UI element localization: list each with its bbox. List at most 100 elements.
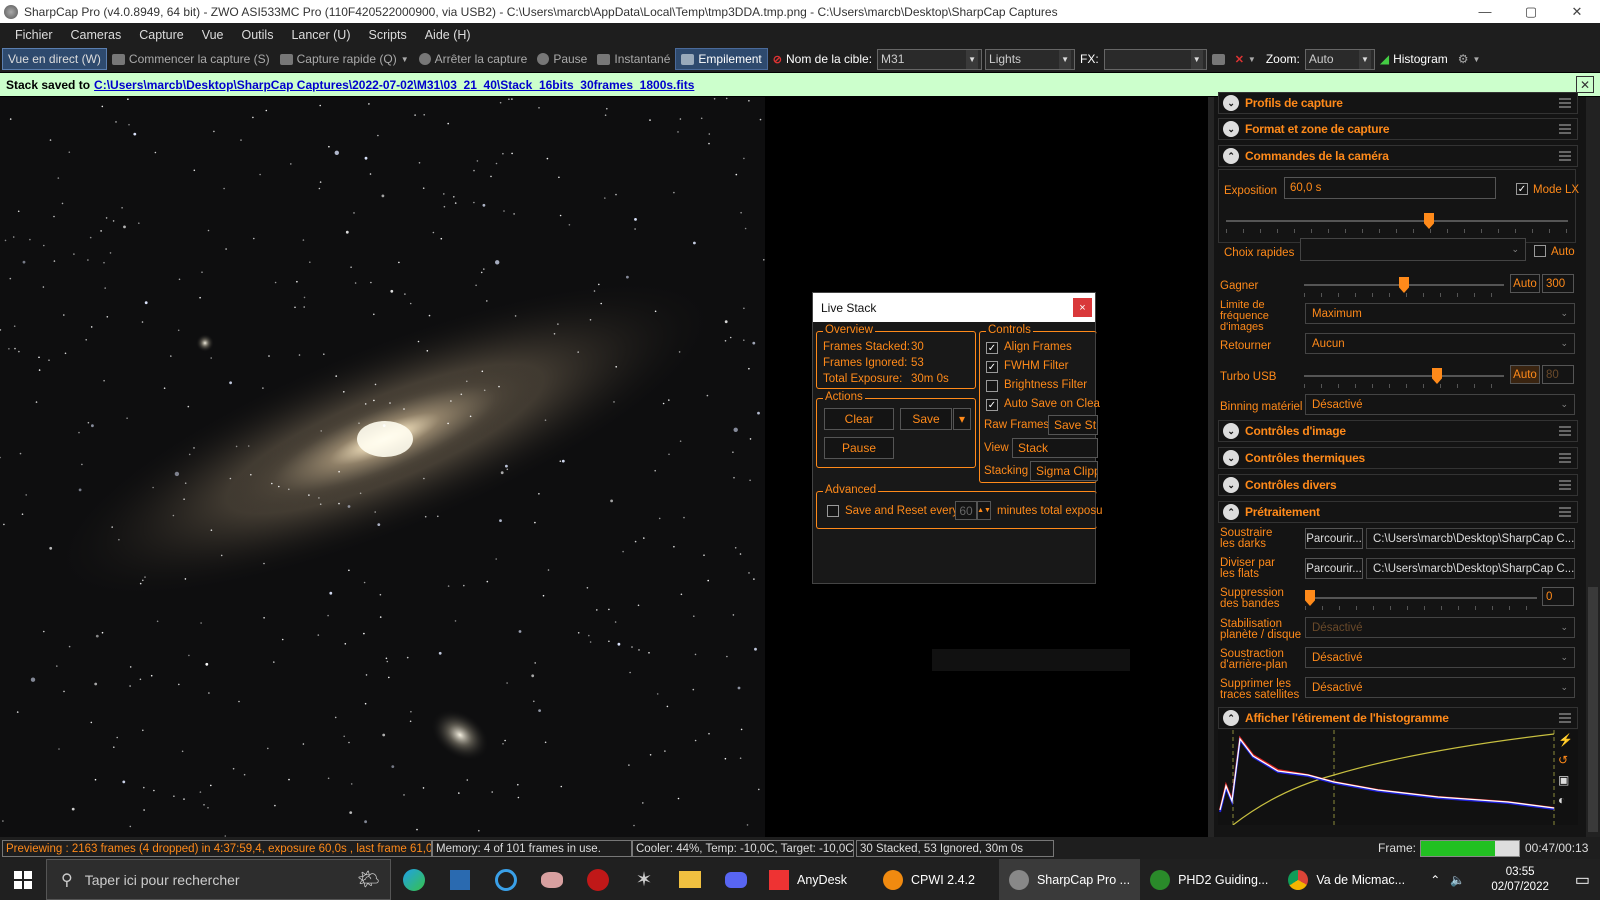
- flip-select[interactable]: Aucun ⌄: [1305, 333, 1575, 354]
- menu-icon[interactable]: [1559, 426, 1571, 436]
- minimize-button[interactable]: —: [1462, 0, 1508, 23]
- exposure-slider[interactable]: [1226, 213, 1568, 233]
- save-reset-minutes[interactable]: 60: [955, 501, 977, 520]
- stabilization-select[interactable]: Désactivé ⌄: [1305, 617, 1575, 638]
- usb-turbo-slider[interactable]: [1304, 368, 1504, 388]
- raw-frames-select[interactable]: Save St: [1048, 415, 1098, 435]
- menu-icon[interactable]: [1559, 480, 1571, 490]
- settings-button[interactable]: ⚙ ▼: [1453, 48, 1486, 70]
- usb-turbo-auto-button[interactable]: Auto: [1510, 365, 1540, 384]
- menu-capture[interactable]: Capture: [130, 28, 192, 42]
- discord-icon[interactable]: [713, 859, 759, 900]
- stacking-button[interactable]: Empilement: [675, 48, 768, 70]
- save-icon[interactable]: ▣: [1558, 773, 1574, 787]
- menu-outils[interactable]: Outils: [233, 28, 283, 42]
- save-button[interactable]: Save: [900, 408, 952, 430]
- section-histogram-stretch[interactable]: ⌃ Afficher l'étirement de l'histogramme: [1218, 707, 1578, 729]
- exposure-input[interactable]: 60,0 s: [1284, 177, 1496, 199]
- pause-button[interactable]: Pause: [532, 48, 592, 70]
- section-format[interactable]: ⌄ Format et zone de capture: [1218, 118, 1578, 140]
- usb-turbo-value[interactable]: 80: [1542, 365, 1574, 384]
- gain-auto-button[interactable]: Auto: [1510, 274, 1540, 293]
- app-icon-red[interactable]: [575, 859, 621, 900]
- darks-browse-button[interactable]: Parcourir...: [1305, 528, 1363, 549]
- menu-cameras[interactable]: Cameras: [62, 28, 131, 42]
- banding-slider[interactable]: [1305, 590, 1537, 610]
- quick-capture-button[interactable]: Capture rapide (Q) ▼: [275, 48, 414, 70]
- frame-type-combo[interactable]: Lights ▼: [985, 48, 1076, 70]
- volume-icon[interactable]: 🔈: [1450, 873, 1465, 887]
- app-icon-satellite[interactable]: [529, 859, 575, 900]
- clock[interactable]: 03:55 02/07/2022: [1491, 865, 1549, 895]
- banding-value[interactable]: 0: [1542, 587, 1574, 606]
- minutes-spinner[interactable]: ▲▼: [977, 501, 991, 520]
- section-image-controls[interactable]: ⌄ Contrôles d'image: [1218, 420, 1578, 442]
- edge-icon[interactable]: [391, 859, 437, 900]
- save-options-button[interactable]: ▾: [953, 408, 971, 430]
- menu-aide[interactable]: Aide (H): [416, 28, 480, 42]
- stacking-select[interactable]: Sigma Clipp: [1030, 461, 1098, 481]
- menu-fichier[interactable]: Fichier: [6, 28, 62, 42]
- taskbar-cpwi[interactable]: CPWI 2.4.2: [873, 859, 985, 900]
- close-notification-button[interactable]: ✕: [1576, 76, 1594, 93]
- usb-turbo-slider-thumb[interactable]: [1432, 368, 1442, 384]
- start-button[interactable]: [0, 859, 46, 900]
- menu-lancer[interactable]: Lancer (U): [282, 28, 359, 42]
- menu-icon[interactable]: [1559, 713, 1571, 723]
- gain-slider[interactable]: [1304, 277, 1504, 297]
- section-camera-controls[interactable]: ⌃ Commandes de la caméra: [1218, 145, 1578, 167]
- close-live-stack-button[interactable]: ×: [1073, 298, 1092, 317]
- ccleaner-icon[interactable]: [483, 859, 529, 900]
- taskbar-phd2[interactable]: PHD2 Guiding...: [1140, 859, 1278, 900]
- maximize-button[interactable]: ▢: [1508, 0, 1554, 23]
- satellite-removal-select[interactable]: Désactivé ⌄: [1305, 677, 1575, 698]
- quick-choices-select[interactable]: ⌄: [1300, 238, 1526, 261]
- flats-browse-button[interactable]: Parcourir...: [1305, 558, 1363, 579]
- start-capture-button[interactable]: Commencer la capture (S): [107, 48, 275, 70]
- menu-scripts[interactable]: Scripts: [360, 28, 416, 42]
- binning-select[interactable]: Désactivé ⌄: [1305, 394, 1575, 415]
- section-misc-controls[interactable]: ⌄ Contrôles divers: [1218, 474, 1578, 496]
- stop-capture-button[interactable]: Arrêter la capture: [414, 48, 533, 70]
- chevron-up-icon[interactable]: ⌃: [1430, 873, 1440, 887]
- menu-icon[interactable]: [1559, 507, 1571, 517]
- histogram-stretch-graph[interactable]: [1218, 730, 1578, 825]
- snapshot-button[interactable]: Instantané: [592, 48, 675, 70]
- notification-icon[interactable]: ▭: [1575, 870, 1590, 890]
- frame-rate-select[interactable]: Maximum ⌄: [1305, 303, 1575, 324]
- quick-choices-auto-checkbox[interactable]: [1534, 245, 1546, 257]
- banding-slider-thumb[interactable]: [1305, 590, 1315, 606]
- save-reset-checkbox[interactable]: [827, 505, 839, 517]
- live-view-button[interactable]: Vue en direct (W): [2, 48, 107, 70]
- align-frames-checkbox[interactable]: ✓: [986, 342, 998, 354]
- taskbar-anydesk[interactable]: AnyDesk: [759, 859, 857, 900]
- menu-icon[interactable]: [1559, 124, 1571, 134]
- panel-scrollbar[interactable]: [1586, 97, 1600, 837]
- taskbar-search-box[interactable]: ⚲ Taper ici pour rechercher 🌤: [46, 859, 391, 900]
- reticle-button[interactable]: [1207, 48, 1230, 70]
- clear-button[interactable]: Clear: [824, 408, 894, 430]
- mode-lx-checkbox[interactable]: ✓: [1516, 183, 1528, 195]
- lightning-icon[interactable]: ⚡: [1558, 733, 1574, 747]
- gain-slider-thumb[interactable]: [1399, 277, 1409, 293]
- taskbar-chrome[interactable]: Va de Micmac...: [1278, 859, 1415, 900]
- taskbar-sharpcap[interactable]: SharpCap Pro ...: [998, 859, 1141, 900]
- saved-file-link[interactable]: C:\Users\marcb\Desktop\SharpCap Captures…: [94, 78, 694, 92]
- view-select[interactable]: Stack: [1012, 438, 1098, 458]
- panel-scrollbar-thumb[interactable]: [1588, 587, 1598, 832]
- contrast-icon[interactable]: ◐: [1558, 793, 1574, 807]
- fwhm-filter-checkbox[interactable]: ✓: [986, 361, 998, 373]
- menu-vue[interactable]: Vue: [193, 28, 233, 42]
- pause-stack-button[interactable]: Pause: [824, 437, 894, 459]
- target-name-combo[interactable]: M31 ▼: [877, 48, 983, 70]
- chevron-down-icon[interactable]: ▼: [401, 55, 409, 64]
- histogram-button[interactable]: ◢ Histogram: [1375, 48, 1453, 70]
- auto-save-checkbox[interactable]: ✓: [986, 399, 998, 411]
- menu-icon[interactable]: [1559, 98, 1571, 108]
- close-window-button[interactable]: ✕: [1554, 0, 1600, 23]
- file-explorer-icon[interactable]: [667, 859, 713, 900]
- brightness-filter-checkbox[interactable]: [986, 380, 998, 392]
- annotation-button[interactable]: ✕ ▼: [1230, 48, 1261, 70]
- menu-icon[interactable]: [1559, 151, 1571, 161]
- fx-combo[interactable]: ▼: [1103, 48, 1207, 70]
